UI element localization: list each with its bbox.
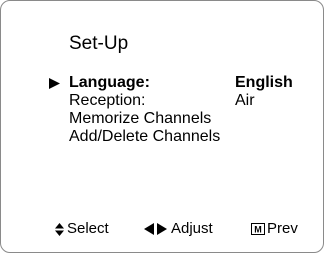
menu-button-icon-text: M [254, 225, 262, 235]
hint-prev-label: Prev [267, 220, 298, 237]
play-triangle-icon [49, 78, 60, 89]
menu-item-label: Add/Delete Channels [69, 128, 221, 145]
setup-menu-screen: Set-Up Language: English Reception: Air … [0, 0, 324, 253]
up-down-arrows-icon [55, 223, 64, 236]
left-right-arrows-icon [144, 223, 167, 235]
hint-adjust-label: Adjust [171, 220, 213, 237]
menu-item-value: Air [235, 92, 255, 109]
menu-item-label: Language: [69, 74, 150, 91]
menu-button-icon: M [251, 223, 265, 235]
menu-title: Set-Up [69, 33, 129, 54]
menu-item-value: English [235, 74, 293, 91]
hint-select-label: Select [67, 220, 109, 237]
footer-hints: Select Adjust M Prev [1, 220, 324, 240]
menu-item-label: Reception: [69, 92, 146, 109]
menu-item-label: Memorize Channels [69, 110, 212, 127]
